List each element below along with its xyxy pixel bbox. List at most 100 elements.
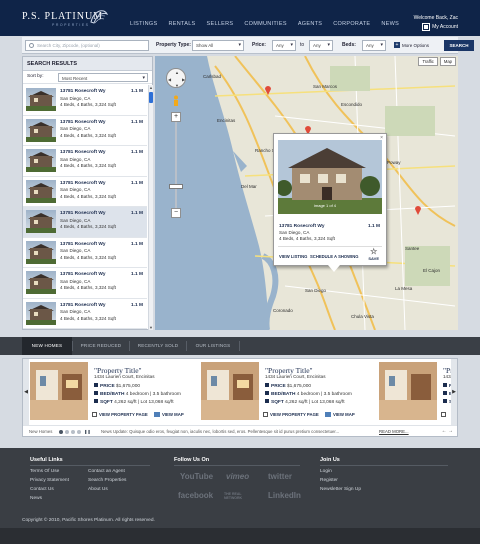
scroll-down-icon[interactable]: ▼ <box>149 325 153 330</box>
property-photo[interactable] <box>379 362 437 420</box>
view-property-link[interactable]: VIEW PROPERTY PAGE <box>263 412 319 417</box>
the-real-network-icon[interactable]: THE REAL NETWORK <box>224 492 256 500</box>
map-pin-icon[interactable] <box>415 206 421 215</box>
result-item[interactable]: 13781 Rosecroft Wy San Diego, CA 4 Beds,… <box>23 299 147 329</box>
nav-corporate[interactable]: CORPORATE <box>333 21 370 27</box>
price-to-select[interactable]: Any <box>309 40 333 51</box>
view-map-link[interactable]: VIEW MAP <box>154 412 184 417</box>
footer-link-privacy[interactable]: Privacy Statement <box>30 478 69 483</box>
footer-link-newsletter[interactable]: Newsletter Sign Up <box>320 487 361 492</box>
property-type-select[interactable]: Show All <box>192 40 244 51</box>
view-property-link[interactable]: VIEW PROPERTY PAGE <box>92 412 148 417</box>
result-item[interactable]: 13781 Rosecroft Wy San Diego, CA 4 Beds,… <box>23 146 147 177</box>
footer-link-about[interactable]: About Us <box>88 487 108 492</box>
more-options-button[interactable]: + More Options <box>394 42 429 48</box>
my-account-link[interactable]: My Account <box>422 23 458 31</box>
search-button[interactable]: SEARCH <box>444 40 474 51</box>
nav-rentals[interactable]: RENTALS <box>168 21 195 27</box>
nav-sellers[interactable]: SELLERS <box>207 21 234 27</box>
beds-select[interactable]: Any <box>362 40 386 51</box>
pager-dot[interactable] <box>77 429 81 434</box>
linkedin-icon[interactable]: LinkedIn <box>268 491 301 500</box>
property-card: "Property Title" 1434 Laurien Court, Enc… <box>201 362 375 424</box>
seashell-logo-icon <box>90 10 109 24</box>
nav-communities[interactable]: COMMUNITIES <box>244 21 286 27</box>
twitter-icon[interactable]: twitter <box>268 472 292 481</box>
pan-control[interactable]: ▲ ▼ ◀ ▶ <box>166 68 186 88</box>
view-listing-link[interactable]: VIEW LISTING <box>279 254 307 259</box>
ticker-prev-icon[interactable]: ← <box>442 428 447 434</box>
schedule-showing-link[interactable]: SCHEDULE A SHOWING <box>310 254 359 259</box>
tab-recently-sold[interactable]: RECENTLY SOLD <box>130 337 186 355</box>
price-from-select[interactable]: Any <box>272 40 296 51</box>
map-type-tab[interactable]: Map <box>439 57 456 66</box>
pager-dot[interactable] <box>65 429 69 434</box>
result-address: 13781 Rosecroft Wy <box>60 119 106 125</box>
result-item[interactable]: 13781 Rosecroft Wy San Diego, CA 4 Beds,… <box>23 116 147 146</box>
map-label: El Cajon <box>423 268 441 273</box>
facebook-icon[interactable]: facebook <box>178 491 213 500</box>
results-scrollbar[interactable]: ▲ ▼ <box>148 85 153 330</box>
pan-left-icon[interactable]: ◀ <box>168 77 171 82</box>
search-input[interactable]: Search City, Zipcode, (optional) <box>25 40 149 51</box>
result-item[interactable]: 13781 Rosecroft Wy San Diego, CA 4 Beds,… <box>23 268 147 299</box>
pan-down-icon[interactable]: ▼ <box>175 83 179 88</box>
footer-link-search[interactable]: Search Properties <box>88 478 126 483</box>
property-sqft: 4,262 sq/ft | Lot 13,068 sq/ft <box>114 400 174 405</box>
result-item[interactable]: 13781 Rosecroft Wy San Diego, CA 4 Beds,… <box>23 177 147 207</box>
join-us-column: Join Us Login Register Newsletter Sign U… <box>320 457 448 492</box>
sort-select[interactable]: Most Recent <box>58 73 148 82</box>
result-specs: 4 Beds, 4 Baths, 3,324 Sqft <box>60 132 116 138</box>
checkbox[interactable] <box>441 412 446 417</box>
property-photo[interactable] <box>30 362 88 420</box>
result-thumbnail <box>26 149 56 172</box>
scrollbar-thumb[interactable] <box>149 92 153 103</box>
carousel-next-button[interactable]: ▶ <box>451 359 457 425</box>
youtube-icon[interactable]: YouTube <box>180 472 213 481</box>
read-more-link[interactable]: READ MORE... <box>379 429 409 434</box>
property-photo[interactable] <box>201 362 259 420</box>
result-address: 13781 Rosecroft Wy <box>60 211 106 216</box>
checkbox[interactable] <box>92 412 97 417</box>
result-address: 13781 Rosecroft Wy <box>60 150 106 155</box>
pager-dot[interactable] <box>59 429 63 434</box>
pager-dot[interactable] <box>71 429 75 434</box>
footer-link-terms[interactable]: Terms Of Use <box>30 469 59 474</box>
zoom-out-button[interactable]: − <box>171 208 181 218</box>
result-item-selected[interactable]: 13781 Rosecroft Wy San Diego, CA 4 Beds,… <box>23 207 147 238</box>
zoom-knob[interactable] <box>169 184 183 189</box>
zoom-slider[interactable] <box>175 122 177 208</box>
view-map-link[interactable]: VIEW MAP <box>325 412 355 417</box>
carousel-prev-button[interactable]: ◀ <box>23 359 29 425</box>
pan-right-icon[interactable]: ▶ <box>182 77 185 82</box>
result-address: 13781 Rosecroft Wy <box>60 180 106 186</box>
footer-link-contact-agent[interactable]: Contact an Agent <box>88 469 125 474</box>
vimeo-icon[interactable]: vimeo <box>226 472 249 481</box>
view-property-link[interactable] <box>441 412 446 417</box>
pause-icon[interactable]: ❚❚ <box>84 429 91 434</box>
zoom-in-button[interactable]: + <box>171 112 181 122</box>
scroll-up-icon[interactable]: ▲ <box>149 85 153 90</box>
nav-news[interactable]: NEWS <box>381 21 399 27</box>
tab-price-reduced[interactable]: PRICE REDUCED <box>73 337 129 355</box>
nav-agents[interactable]: AGENTS <box>298 21 322 27</box>
tab-new-homes[interactable]: NEW HOMES <box>22 337 72 355</box>
checkbox[interactable] <box>263 412 268 417</box>
tab-our-listings[interactable]: OUR LISTINGS <box>187 337 239 355</box>
street-view-icon[interactable] <box>172 95 180 109</box>
carousel-footer: New Homes ❚❚ News Update: Quisque odio e… <box>23 425 457 437</box>
pan-up-icon[interactable]: ▲ <box>175 70 179 75</box>
footer-link-news[interactable]: News <box>30 496 42 501</box>
save-button[interactable]: ☆ SAVE <box>368 248 379 262</box>
map-pin-icon[interactable] <box>265 86 271 95</box>
result-item[interactable]: 13781 Rosecroft Wy San Diego, CA 4 Beds,… <box>23 85 147 116</box>
result-item[interactable]: 13781 Rosecroft Wy San Diego, CA 4 Beds,… <box>23 238 147 268</box>
footer-link-login[interactable]: Login <box>320 469 332 474</box>
footer-link-contact[interactable]: Contact Us <box>30 487 54 492</box>
ticker-next-icon[interactable]: → <box>448 428 453 434</box>
footer-link-register[interactable]: Register <box>320 478 338 483</box>
nav-listings[interactable]: LISTINGS <box>130 21 157 27</box>
property-type-label: Property Type: <box>156 42 191 48</box>
close-icon[interactable]: × <box>380 135 383 141</box>
traffic-tab[interactable]: Traffic <box>418 57 438 66</box>
